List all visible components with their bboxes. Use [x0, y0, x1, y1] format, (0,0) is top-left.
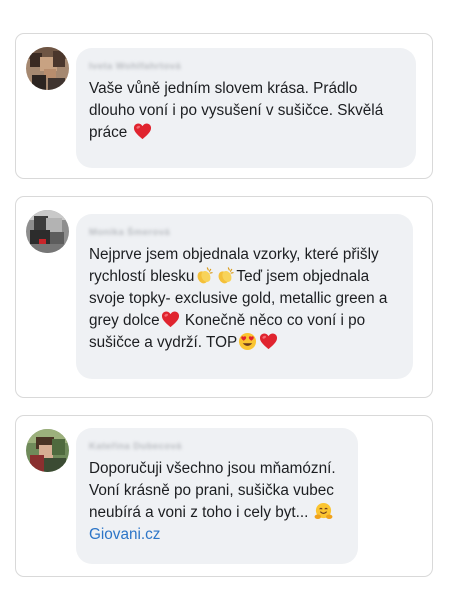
red-heart-icon	[161, 310, 180, 329]
red-heart-icon	[133, 122, 152, 141]
avatar[interactable]	[26, 210, 69, 253]
comment-bubble: Monika Šmerová Nejprve jsem objednala vz…	[76, 214, 413, 379]
author-name[interactable]: Iveta Wohlfahrtová	[89, 61, 404, 72]
comment-bubble: Kateřina Dubecová Doporučuji všechno jso…	[76, 428, 358, 564]
comment-card: Iveta Wohlfahrtová Vaše vůně jedním slov…	[15, 33, 433, 179]
heart-eyes-face-icon	[238, 332, 257, 351]
hugging-face-icon	[314, 502, 333, 521]
comment-bubble: Iveta Wohlfahrtová Vaše vůně jedním slov…	[76, 48, 416, 168]
author-name[interactable]: Monika Šmerová	[89, 227, 401, 238]
red-heart-icon	[259, 332, 278, 351]
avatar[interactable]	[26, 429, 69, 472]
author-name[interactable]: Kateřina Dubecová	[89, 441, 346, 452]
comment-card: Monika Šmerová Nejprve jsem objednala vz…	[15, 196, 433, 398]
comment-text: Nejprve jsem objednala vzorky, které při…	[89, 246, 388, 351]
clapping-hands-icon	[195, 266, 214, 285]
comment-text: Vaše vůně jedním slovem krása. Prádlo dl…	[89, 80, 384, 141]
clapping-hands-icon	[216, 266, 235, 285]
avatar[interactable]	[26, 47, 69, 90]
website-link[interactable]: Giovani.cz	[89, 524, 160, 546]
comment-text: Doporučuji všechno jsou mňamózní. Voní k…	[89, 460, 336, 521]
comment-card: Kateřina Dubecová Doporučuji všechno jso…	[15, 415, 433, 577]
